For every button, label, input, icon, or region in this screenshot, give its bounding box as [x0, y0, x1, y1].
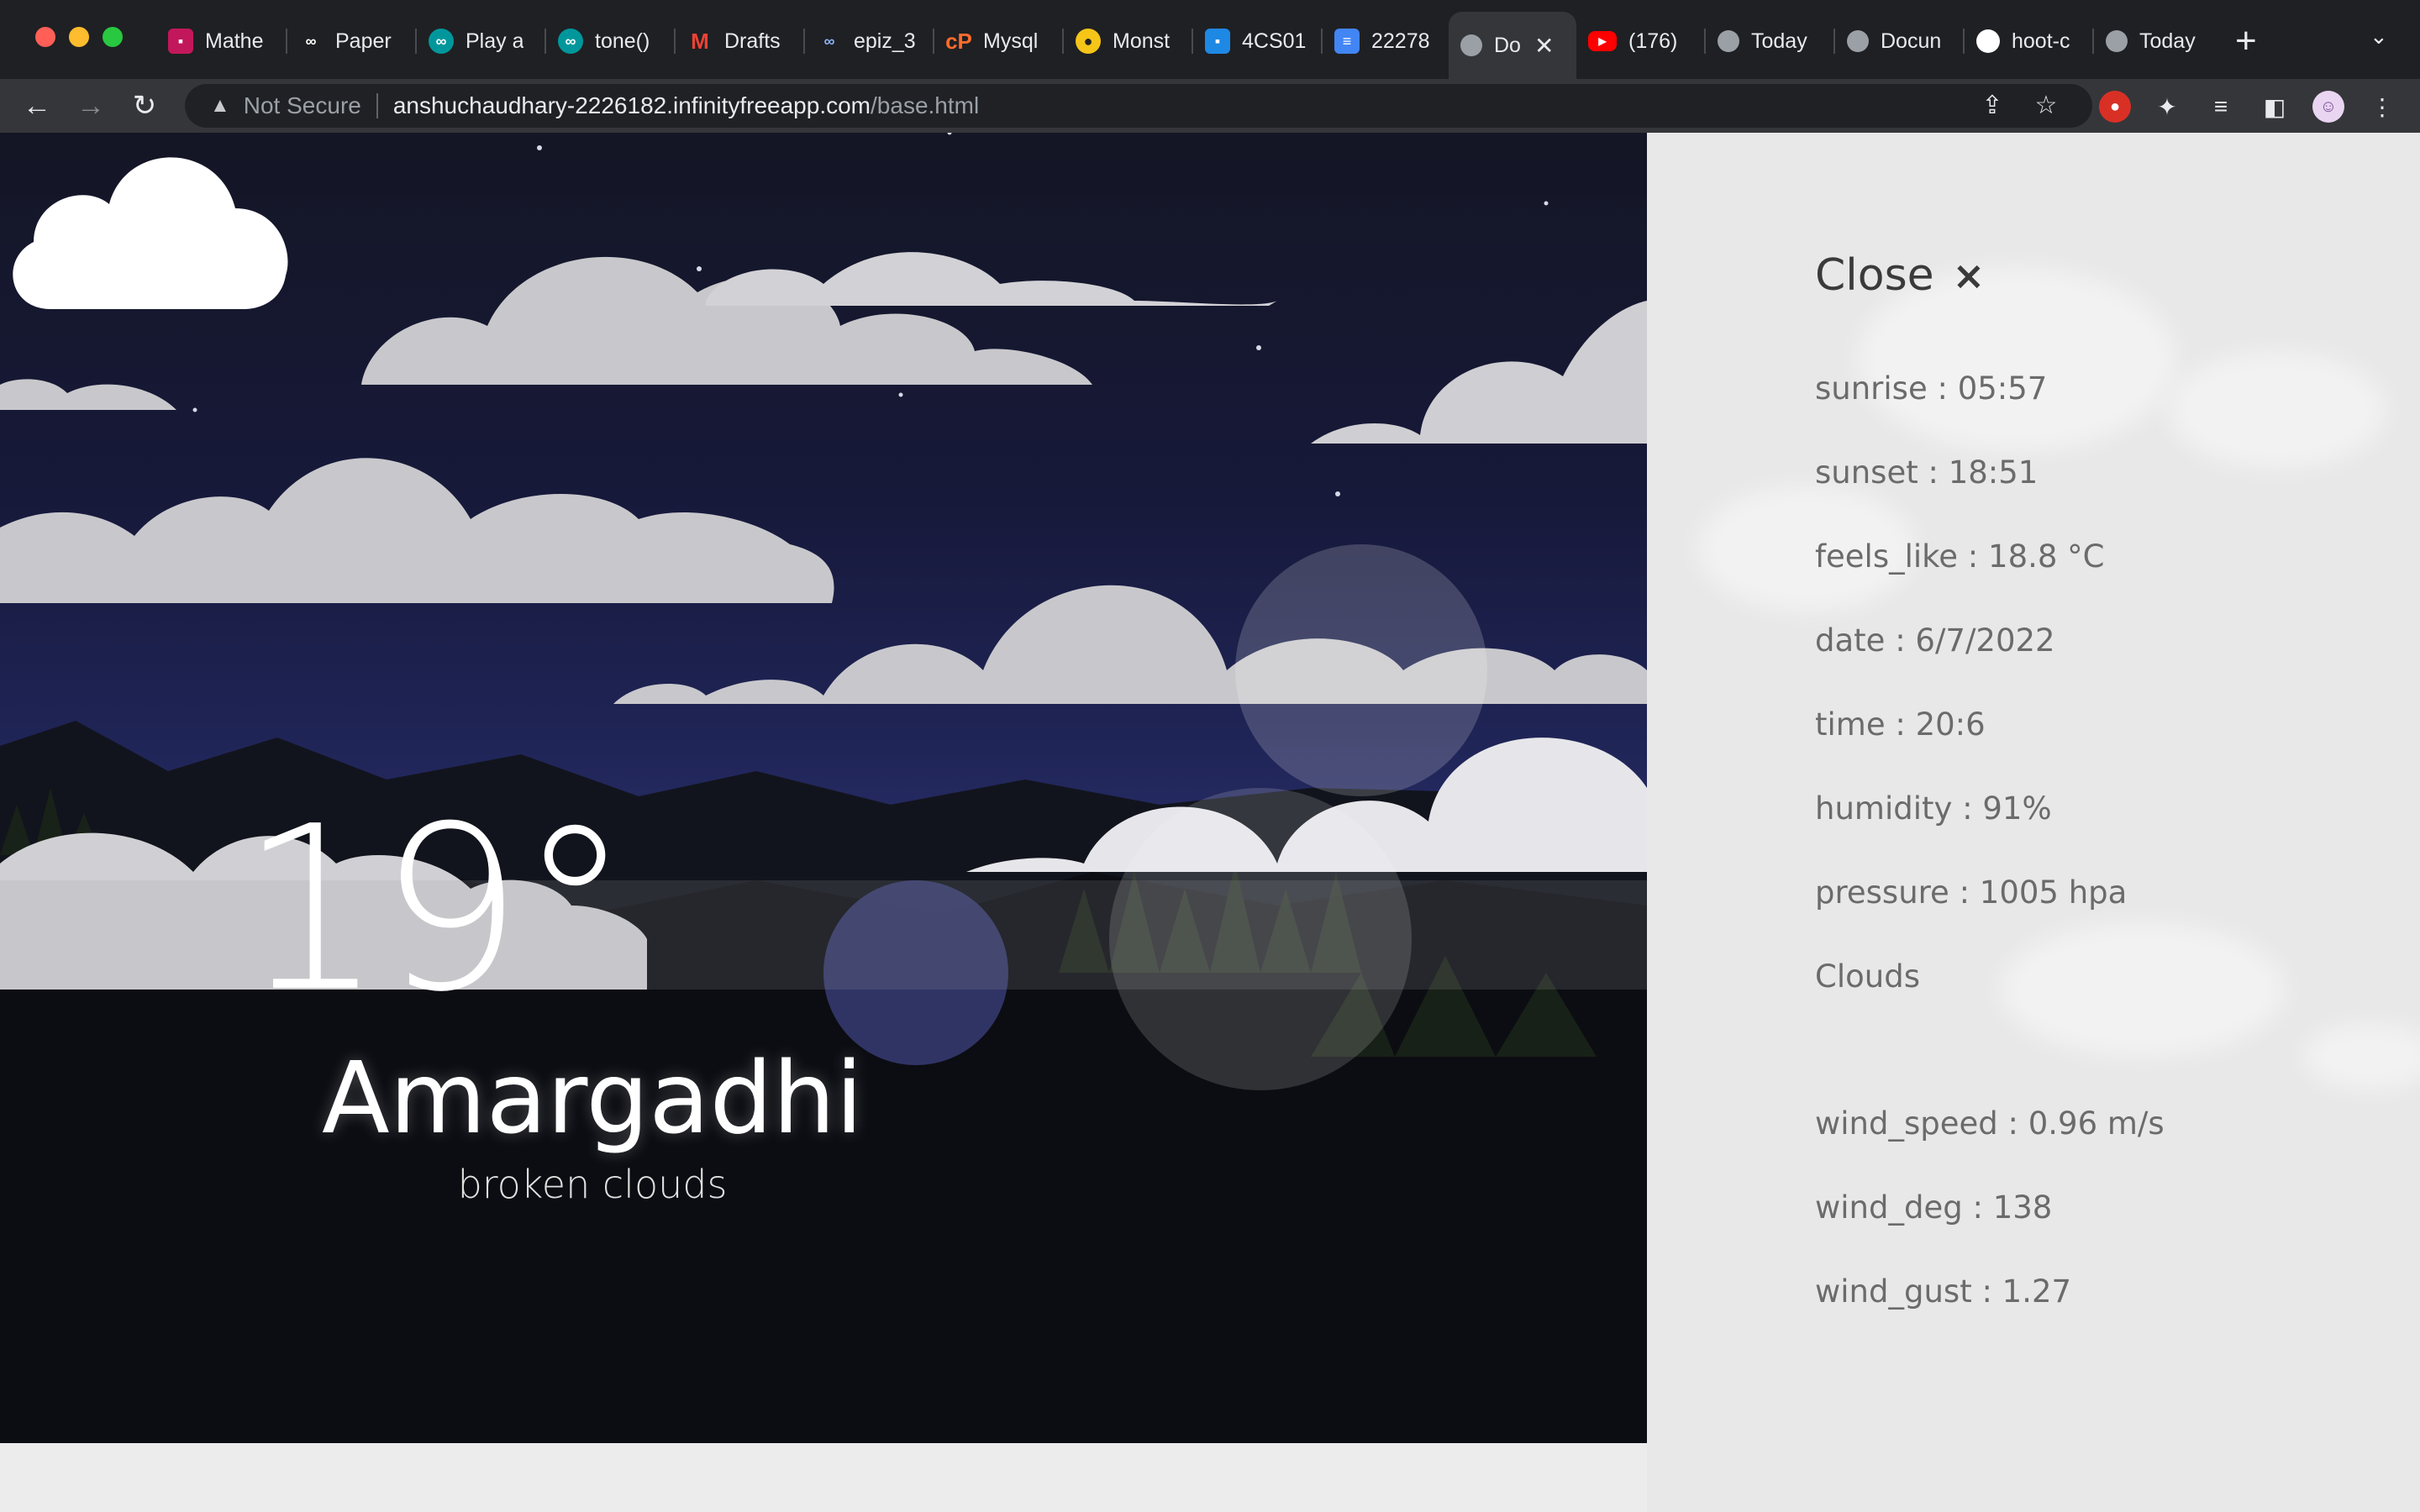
weather-description: broken clouds [457, 1162, 728, 1207]
classroom-icon: ▪ [168, 29, 193, 54]
classroom-icon: ▪ [1205, 29, 1230, 54]
tab[interactable]: hoot-c [1976, 17, 2081, 66]
tab[interactable]: ▪ 4CS01 [1205, 17, 1310, 66]
stat-feels-like: feels_like : 18.8 °C [1815, 538, 2105, 575]
stat-wind-deg: wind_deg : 138 [1815, 1189, 2053, 1226]
tab-active[interactable]: Do ✕ [1449, 12, 1576, 79]
tab[interactable]: ≡ 22278 [1334, 17, 1439, 66]
stat-wind-speed: wind_speed : 0.96 m/s [1815, 1105, 2165, 1142]
page-viewport: 19° Amargadhi broken clouds Close × sunr… [0, 133, 2420, 1512]
youtube-icon: ▶ [1588, 31, 1617, 51]
zoom-window-button[interactable] [103, 27, 123, 47]
docs-icon: ≡ [1334, 29, 1360, 54]
stat-sunrise: sunrise : 05:57 [1815, 370, 2048, 407]
city-name: Amargadhi [321, 1040, 864, 1156]
browser-toolbar: ← → ↻ ▲ Not Secure anshuchaudhary-222618… [0, 79, 2420, 133]
tab-search-chevron-icon[interactable]: ⌄ [2370, 24, 2388, 50]
close-icon: × [1952, 253, 1986, 298]
infinity-icon: ∞ [305, 32, 317, 50]
weather-scene: 19° Amargadhi broken clouds [0, 133, 1647, 1443]
media-queue-icon[interactable]: ≡ [2205, 91, 2237, 123]
extension-shield-icon[interactable]: ● [2099, 91, 2131, 123]
details-panel: Close × sunrise : 05:57 sunset : 18:51 f… [1647, 133, 2420, 1512]
bookmark-star-icon[interactable]: ☆ [2027, 86, 2065, 124]
tab-strip: ▪ Mathe ∞ Paper ∞ Play a ∞ tone() M Draf… [0, 0, 2420, 79]
tab[interactable]: Today [2106, 17, 2211, 66]
arduino-icon: ∞ [429, 29, 454, 54]
stat-condition: Clouds [1815, 958, 1920, 995]
monster-icon: ● [1076, 29, 1101, 54]
github-icon [1976, 29, 2000, 53]
security-label: Not Secure [243, 92, 361, 118]
close-window-button[interactable] [35, 27, 55, 47]
forward-button[interactable]: → [72, 87, 109, 124]
extensions-puzzle-icon[interactable]: ✦ [2151, 91, 2183, 123]
stat-sunset: sunset : 18:51 [1815, 454, 2039, 491]
side-panel-icon[interactable]: ◧ [2259, 91, 2291, 123]
tab[interactable]: ▶ (176) [1588, 17, 1693, 66]
url-host: anshuchaudhary-2226182.infinityfreeapp.c… [392, 92, 871, 118]
back-button[interactable]: ← [18, 87, 55, 124]
stat-time: time : 20:6 [1815, 706, 1986, 743]
close-tab-icon[interactable]: ✕ [1534, 32, 1554, 60]
menu-kebab-icon[interactable]: ⋮ [2366, 91, 2398, 123]
infinity-icon: ∞ [823, 32, 835, 50]
minimize-window-button[interactable] [69, 27, 89, 47]
stat-wind-gust: wind_gust : 1.27 [1815, 1273, 2072, 1310]
tab[interactable]: ∞ Play a [429, 17, 534, 66]
tab[interactable]: M Drafts [687, 17, 792, 66]
gmail-icon: M [691, 28, 709, 54]
globe-icon [1718, 30, 1739, 52]
tab[interactable]: ▪ Mathe [168, 17, 273, 66]
warning-icon: ▲ [210, 94, 230, 117]
cloud-icon [13, 157, 288, 309]
tab[interactable]: Today [1718, 17, 1823, 66]
tab[interactable]: ∞ Paper [298, 17, 403, 66]
stat-date: date : 6/7/2022 [1815, 622, 2055, 659]
stat-humidity: humidity : 91% [1815, 790, 2052, 827]
tab[interactable]: cP Mysql [946, 17, 1051, 66]
new-tab-button[interactable]: + [2235, 20, 2257, 62]
profile-avatar[interactable]: ☺ [2312, 91, 2344, 123]
cpanel-icon: cP [946, 28, 972, 54]
tab[interactable]: ● Monst [1076, 17, 1181, 66]
tab[interactable]: ∞ tone() [558, 17, 663, 66]
stat-pressure: pressure : 1005 hpa [1815, 874, 2128, 911]
url-path: /base.html [871, 92, 980, 118]
close-panel-button[interactable]: Close × [1815, 250, 1985, 301]
arduino-icon: ∞ [558, 29, 583, 54]
close-label: Close [1815, 250, 1934, 301]
tab[interactable]: Docun [1847, 17, 1952, 66]
globe-icon [1460, 34, 1482, 56]
reload-button[interactable]: ↻ [126, 87, 163, 124]
globe-icon [2106, 30, 2128, 52]
tab[interactable]: ∞ epiz_3 [817, 17, 922, 66]
globe-icon [1847, 30, 1869, 52]
address-bar[interactable]: ▲ Not Secure anshuchaudhary-2226182.infi… [185, 84, 2092, 128]
share-icon[interactable]: ⇪ [1973, 86, 2012, 124]
